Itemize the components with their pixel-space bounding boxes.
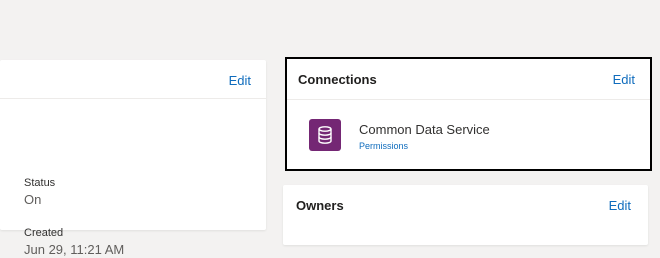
- details-edit-link[interactable]: Edit: [229, 73, 251, 88]
- connections-edit-link[interactable]: Edit: [613, 72, 635, 87]
- details-card: Edit Status On Created Jun 29, 11:21 AM: [0, 60, 266, 257]
- connections-card-header: Connections Edit: [287, 59, 650, 100]
- created-label: Created: [24, 227, 64, 239]
- status-field: Status On: [24, 176, 55, 208]
- status-label: Status: [24, 177, 56, 189]
- status-value: On: [24, 192, 42, 207]
- connector-name[interactable]: Common Data Service: [359, 122, 490, 137]
- connections-card: Connections Edit Common Data Service Per…: [285, 57, 652, 171]
- owners-card: Owners Edit: [283, 185, 648, 245]
- database-icon-glyph: [318, 126, 332, 144]
- database-icon: [309, 119, 341, 151]
- created-value: Jun 29, 11:21 AM: [24, 242, 125, 257]
- permissions-link[interactable]: Permissions: [359, 141, 408, 151]
- connections-title: Connections: [298, 72, 377, 87]
- owners-title: Owners: [296, 198, 344, 213]
- details-card-header: Edit: [0, 60, 266, 99]
- owners-edit-link[interactable]: Edit: [609, 198, 631, 213]
- created-field: Created Jun 29, 11:21 AM: [24, 226, 124, 258]
